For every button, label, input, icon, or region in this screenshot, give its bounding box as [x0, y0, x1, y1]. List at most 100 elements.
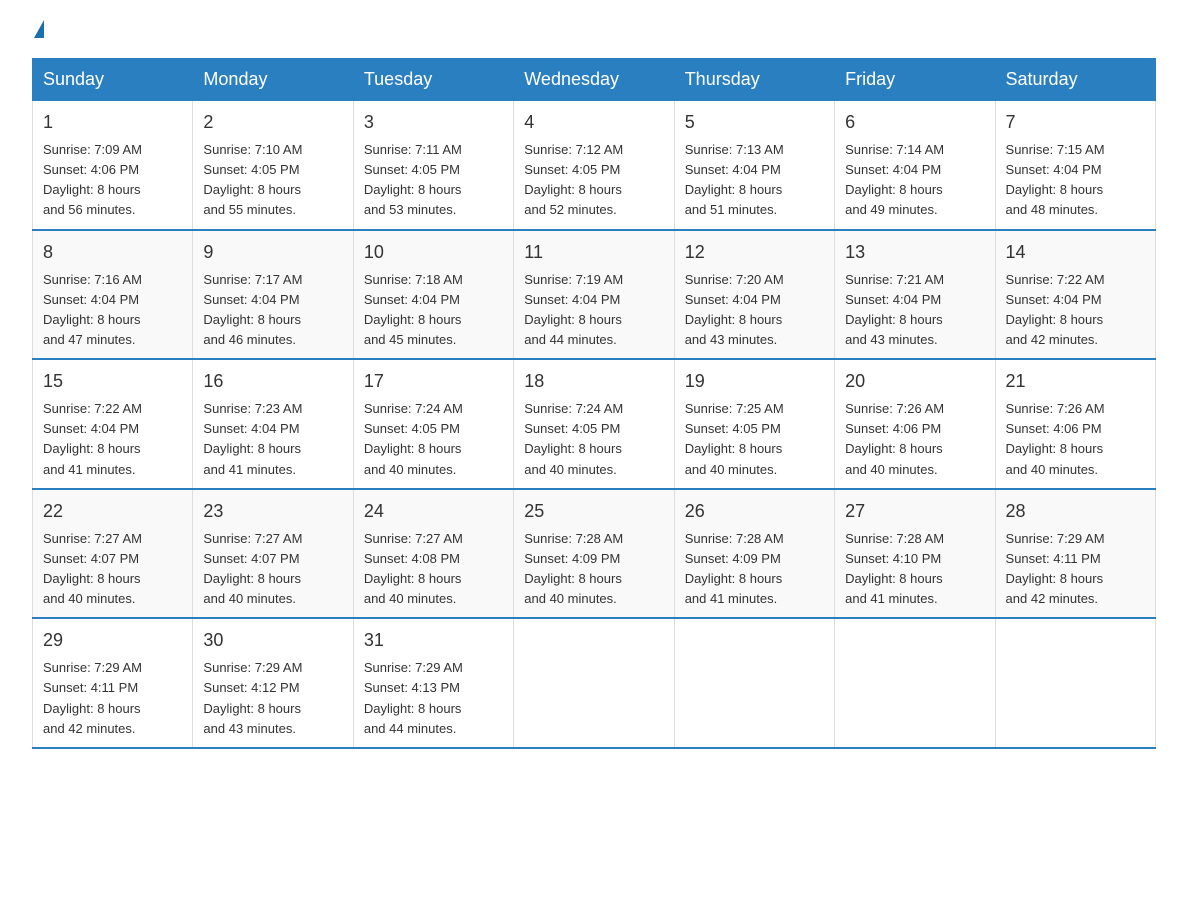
calendar-cell: 3Sunrise: 7:11 AMSunset: 4:05 PMDaylight… [353, 101, 513, 230]
day-number: 12 [685, 239, 824, 266]
day-info: Sunrise: 7:29 AMSunset: 4:11 PMDaylight:… [1006, 529, 1145, 610]
day-info: Sunrise: 7:28 AMSunset: 4:09 PMDaylight:… [524, 529, 663, 610]
day-number: 4 [524, 109, 663, 136]
day-number: 8 [43, 239, 182, 266]
day-info: Sunrise: 7:19 AMSunset: 4:04 PMDaylight:… [524, 270, 663, 351]
day-number: 10 [364, 239, 503, 266]
day-info: Sunrise: 7:27 AMSunset: 4:07 PMDaylight:… [203, 529, 342, 610]
col-header-monday: Monday [193, 59, 353, 101]
day-info: Sunrise: 7:20 AMSunset: 4:04 PMDaylight:… [685, 270, 824, 351]
day-info: Sunrise: 7:27 AMSunset: 4:08 PMDaylight:… [364, 529, 503, 610]
day-info: Sunrise: 7:29 AMSunset: 4:13 PMDaylight:… [364, 658, 503, 739]
calendar-cell: 2Sunrise: 7:10 AMSunset: 4:05 PMDaylight… [193, 101, 353, 230]
calendar-week-row: 8Sunrise: 7:16 AMSunset: 4:04 PMDaylight… [33, 230, 1156, 360]
day-number: 5 [685, 109, 824, 136]
col-header-saturday: Saturday [995, 59, 1155, 101]
day-number: 9 [203, 239, 342, 266]
calendar-cell: 17 Sunrise: 7:24 AMSunset: 4:05 PMDayligh… [353, 359, 513, 489]
calendar-cell: 23 Sunrise: 7:27 AMSunset: 4:07 PMDayligh… [193, 489, 353, 619]
calendar-cell: 5 Sunrise: 7:13 AMSunset: 4:04 PMDaylight… [674, 101, 834, 230]
day-number: 28 [1006, 498, 1145, 525]
day-info: Sunrise: 7:27 AMSunset: 4:07 PMDaylight:… [43, 529, 182, 610]
day-info: Sunrise: 7:13 AMSunset: 4:04 PMDaylight:… [685, 140, 824, 221]
calendar-cell: 31 Sunrise: 7:29 AMSunset: 4:13 PMDayligh… [353, 618, 513, 748]
col-header-friday: Friday [835, 59, 995, 101]
logo-triangle-icon [34, 20, 44, 38]
col-header-wednesday: Wednesday [514, 59, 674, 101]
day-info: Sunrise: 7:29 AMSunset: 4:12 PMDaylight:… [203, 658, 342, 739]
day-number: 25 [524, 498, 663, 525]
day-number: 24 [364, 498, 503, 525]
day-number: 7 [1006, 109, 1145, 136]
day-number: 22 [43, 498, 182, 525]
calendar-week-row: 22 Sunrise: 7:27 AMSunset: 4:07 PMDayligh… [33, 489, 1156, 619]
day-number: 31 [364, 627, 503, 654]
calendar-cell: 4 Sunrise: 7:12 AMSunset: 4:05 PMDaylight… [514, 101, 674, 230]
calendar-week-row: 29 Sunrise: 7:29 AMSunset: 4:11 PMDayligh… [33, 618, 1156, 748]
calendar-cell: 24 Sunrise: 7:27 AMSunset: 4:08 PMDayligh… [353, 489, 513, 619]
col-header-sunday: Sunday [33, 59, 193, 101]
day-number: 6 [845, 109, 984, 136]
calendar-cell: 19 Sunrise: 7:25 AMSunset: 4:05 PMDayligh… [674, 359, 834, 489]
day-info: Sunrise: 7:24 AMSunset: 4:05 PMDaylight:… [524, 399, 663, 480]
calendar-cell: 15Sunrise: 7:22 AMSunset: 4:04 PMDayligh… [33, 359, 193, 489]
calendar-cell: 12 Sunrise: 7:20 AMSunset: 4:04 PMDayligh… [674, 230, 834, 360]
day-info: Sunrise: 7:09 AMSunset: 4:06 PMDaylight:… [43, 140, 182, 221]
calendar-cell: 29 Sunrise: 7:29 AMSunset: 4:11 PMDayligh… [33, 618, 193, 748]
calendar-cell: 22 Sunrise: 7:27 AMSunset: 4:07 PMDayligh… [33, 489, 193, 619]
day-info: Sunrise: 7:22 AMSunset: 4:04 PMDaylight:… [1006, 270, 1145, 351]
day-number: 17 [364, 368, 503, 395]
day-number: 3 [364, 109, 503, 136]
calendar-cell: 16 Sunrise: 7:23 AMSunset: 4:04 PMDayligh… [193, 359, 353, 489]
calendar-cell: 21 Sunrise: 7:26 AMSunset: 4:06 PMDayligh… [995, 359, 1155, 489]
day-number: 26 [685, 498, 824, 525]
calendar-cell: 9 Sunrise: 7:17 AMSunset: 4:04 PMDaylight… [193, 230, 353, 360]
calendar-week-row: 1 Sunrise: 7:09 AMSunset: 4:06 PMDaylight… [33, 101, 1156, 230]
day-info: Sunrise: 7:29 AMSunset: 4:11 PMDaylight:… [43, 658, 182, 739]
day-number: 23 [203, 498, 342, 525]
day-number: 13 [845, 239, 984, 266]
logo [32, 24, 44, 42]
day-info: Sunrise: 7:21 AMSunset: 4:04 PMDaylight:… [845, 270, 984, 351]
day-number: 29 [43, 627, 182, 654]
calendar-header-row: SundayMondayTuesdayWednesdayThursdayFrid… [33, 59, 1156, 101]
calendar-week-row: 15Sunrise: 7:22 AMSunset: 4:04 PMDayligh… [33, 359, 1156, 489]
calendar-cell: 8Sunrise: 7:16 AMSunset: 4:04 PMDaylight… [33, 230, 193, 360]
day-info: Sunrise: 7:28 AMSunset: 4:10 PMDaylight:… [845, 529, 984, 610]
calendar-cell: 20Sunrise: 7:26 AMSunset: 4:06 PMDayligh… [835, 359, 995, 489]
day-number: 18 [524, 368, 663, 395]
day-info: Sunrise: 7:14 AMSunset: 4:04 PMDaylight:… [845, 140, 984, 221]
col-header-tuesday: Tuesday [353, 59, 513, 101]
page-header [32, 24, 1156, 42]
day-number: 11 [524, 239, 663, 266]
day-number: 30 [203, 627, 342, 654]
day-info: Sunrise: 7:26 AMSunset: 4:06 PMDaylight:… [1006, 399, 1145, 480]
calendar-cell: 25 Sunrise: 7:28 AMSunset: 4:09 PMDayligh… [514, 489, 674, 619]
calendar-cell: 26 Sunrise: 7:28 AMSunset: 4:09 PMDayligh… [674, 489, 834, 619]
day-number: 16 [203, 368, 342, 395]
calendar-cell [674, 618, 834, 748]
day-info: Sunrise: 7:25 AMSunset: 4:05 PMDaylight:… [685, 399, 824, 480]
day-number: 1 [43, 109, 182, 136]
calendar-cell: 18 Sunrise: 7:24 AMSunset: 4:05 PMDayligh… [514, 359, 674, 489]
day-number: 14 [1006, 239, 1145, 266]
calendar-cell: 6 Sunrise: 7:14 AMSunset: 4:04 PMDaylight… [835, 101, 995, 230]
calendar-cell: 14 Sunrise: 7:22 AMSunset: 4:04 PMDayligh… [995, 230, 1155, 360]
day-number: 27 [845, 498, 984, 525]
col-header-thursday: Thursday [674, 59, 834, 101]
day-info: Sunrise: 7:15 AMSunset: 4:04 PMDaylight:… [1006, 140, 1145, 221]
calendar-cell [995, 618, 1155, 748]
calendar-cell [514, 618, 674, 748]
calendar-cell: 1 Sunrise: 7:09 AMSunset: 4:06 PMDaylight… [33, 101, 193, 230]
calendar-table: SundayMondayTuesdayWednesdayThursdayFrid… [32, 58, 1156, 749]
day-info: Sunrise: 7:23 AMSunset: 4:04 PMDaylight:… [203, 399, 342, 480]
day-info: Sunrise: 7:24 AMSunset: 4:05 PMDaylight:… [364, 399, 503, 480]
day-info: Sunrise: 7:17 AMSunset: 4:04 PMDaylight:… [203, 270, 342, 351]
day-info: Sunrise: 7:22 AMSunset: 4:04 PMDaylight:… [43, 399, 182, 480]
day-number: 21 [1006, 368, 1145, 395]
calendar-cell: 7 Sunrise: 7:15 AMSunset: 4:04 PMDaylight… [995, 101, 1155, 230]
day-number: 19 [685, 368, 824, 395]
day-info: Sunrise: 7:28 AMSunset: 4:09 PMDaylight:… [685, 529, 824, 610]
day-info: Sunrise: 7:26 AMSunset: 4:06 PMDaylight:… [845, 399, 984, 480]
day-info: Sunrise: 7:12 AMSunset: 4:05 PMDaylight:… [524, 140, 663, 221]
